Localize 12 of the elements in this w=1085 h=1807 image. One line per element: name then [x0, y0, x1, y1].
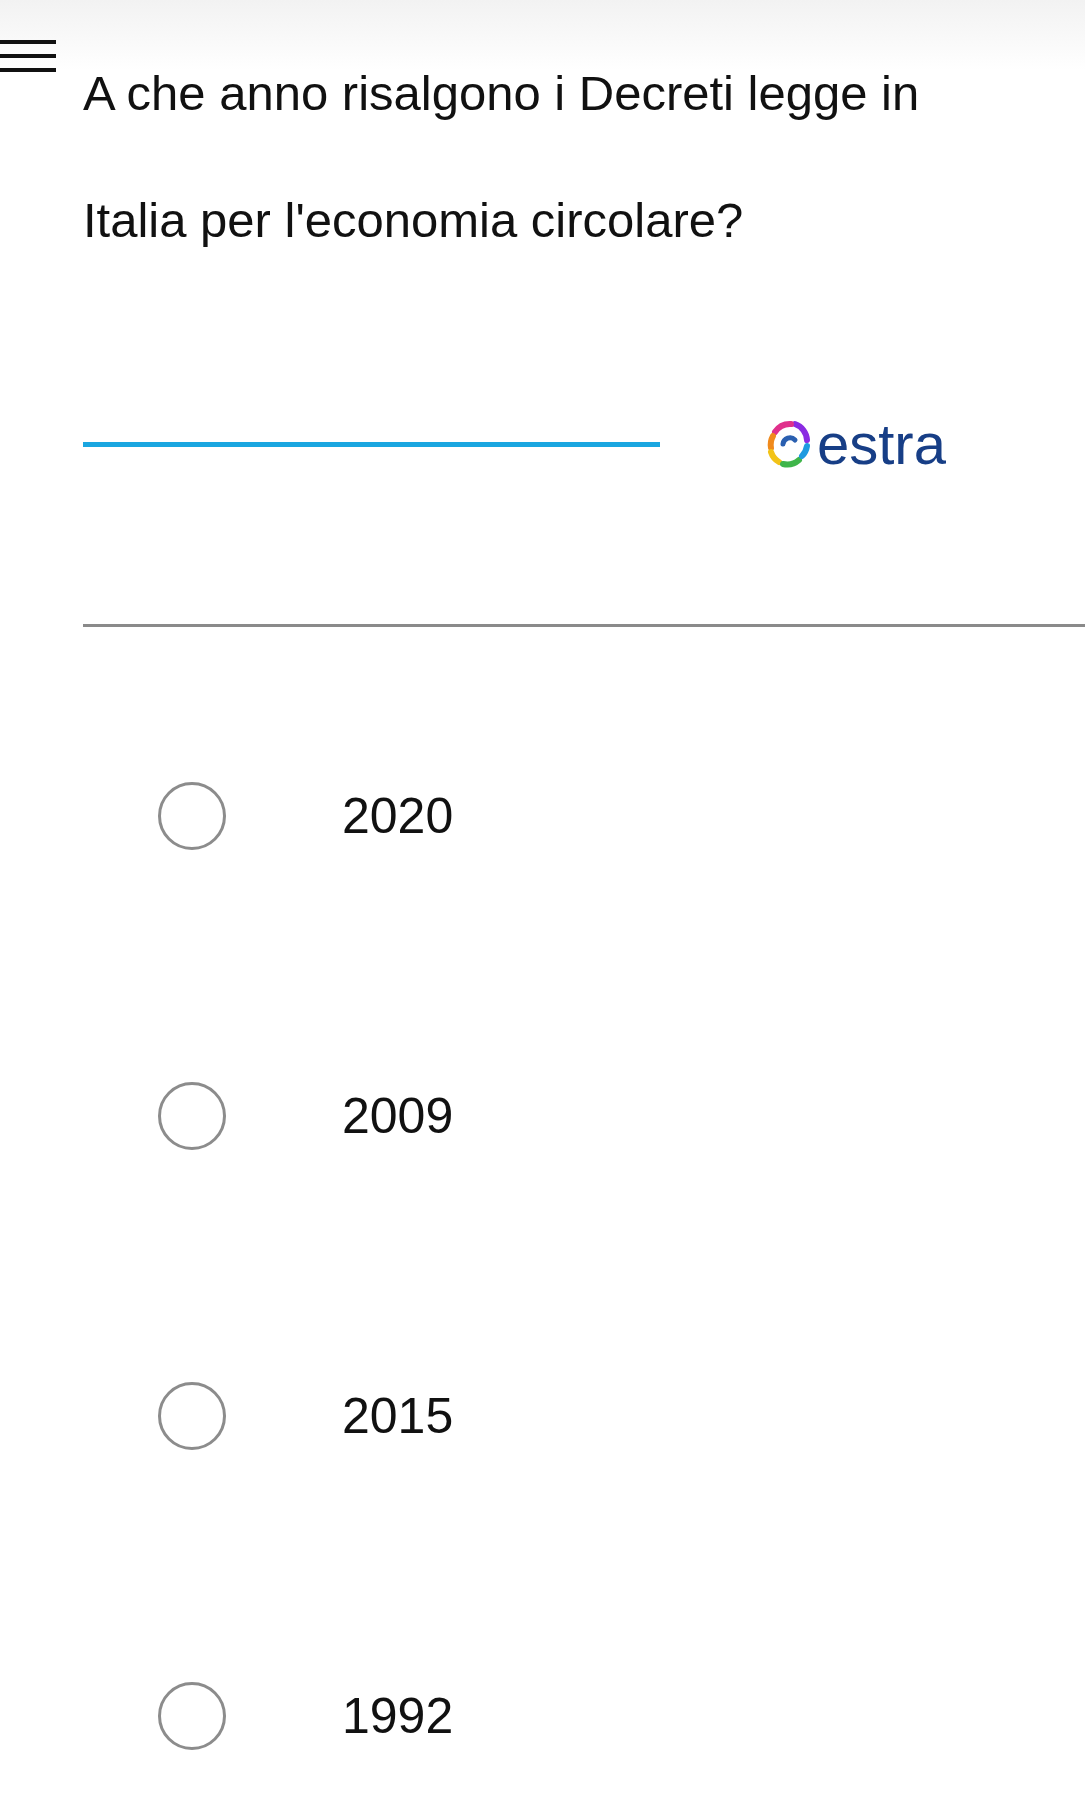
logo-text: estra	[817, 414, 946, 474]
radio-button[interactable]	[158, 1082, 226, 1150]
option-label[interactable]: 2015	[342, 1387, 454, 1445]
menu-icon[interactable]	[0, 40, 56, 74]
radio-button[interactable]	[158, 1682, 226, 1750]
option-label[interactable]: 2009	[342, 1087, 454, 1145]
radio-button[interactable]	[158, 782, 226, 850]
question-text: A che anno risalgono i Decreti legge in Italia per l'economia circolare?	[83, 65, 921, 249]
swirl-icon	[765, 418, 813, 470]
radio-button[interactable]	[158, 1382, 226, 1450]
option-label[interactable]: 2020	[342, 787, 454, 845]
option-label[interactable]: 1992	[342, 1687, 454, 1745]
